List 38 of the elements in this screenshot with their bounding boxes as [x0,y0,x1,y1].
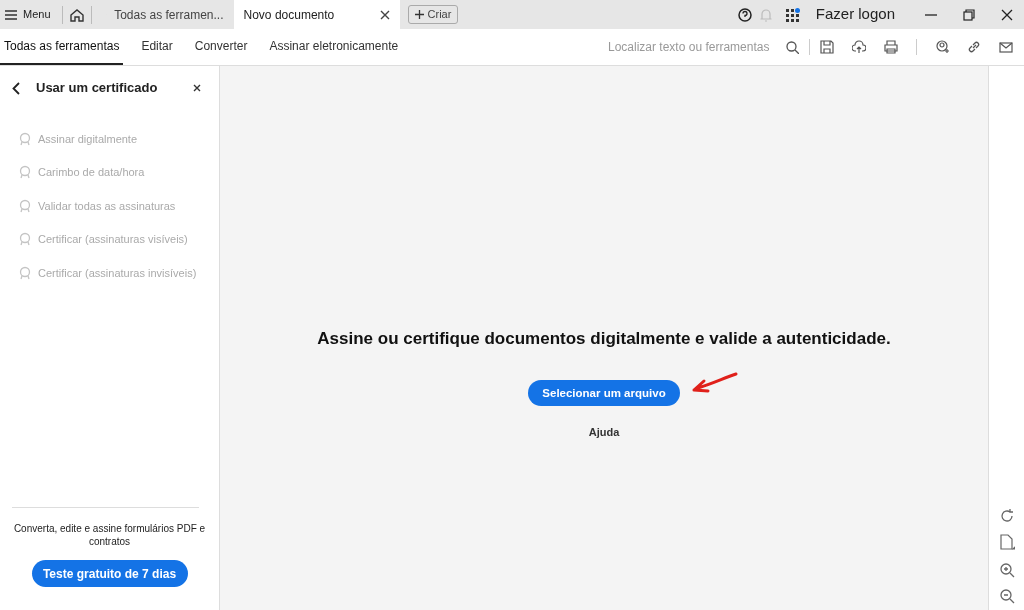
main-heading: Assine ou certifique documentos digitalmente e valide a autenticidade. [317,328,891,350]
close-icon[interactable] [1001,8,1013,21]
restore-icon[interactable] [963,8,975,21]
toolbar-tab[interactable]: Editar [137,29,177,65]
cloud-upload-icon[interactable] [852,40,866,54]
promo-text: Converta, edite e assine formulários PDF e contratos [12,522,207,548]
rotate-icon[interactable] [998,508,1015,524]
toolbar-tab[interactable]: Converter [190,29,252,65]
menu-icon [5,9,17,20]
page-icon[interactable] [998,534,1015,552]
zoom-in-icon[interactable] [998,562,1015,578]
help-icon[interactable] [737,7,752,22]
zoom-out-icon[interactable] [998,588,1015,604]
mail-icon[interactable] [999,40,1013,54]
plus-icon [414,10,424,19]
close-icon[interactable] [379,9,390,20]
create-button[interactable]: Criar [407,5,459,24]
link-icon[interactable] [967,40,981,54]
apps-grid-icon[interactable] [785,7,800,22]
trial-button[interactable]: Teste gratuito de 7 dias [31,560,188,587]
toolbar-tab[interactable]: Assinar eletronicamente [265,29,403,65]
document-tab[interactable]: Todas as ferramen... [95,0,234,29]
help-link[interactable]: Ajuda [588,424,620,441]
close-icon[interactable] [193,84,201,92]
menu-button[interactable]: Menu [0,0,56,29]
back-icon[interactable] [12,81,20,95]
search-field[interactable]: Localizar texto ou ferramentas [608,38,799,56]
save-icon[interactable] [820,40,834,54]
home-icon[interactable] [69,7,84,22]
print-icon[interactable] [884,40,898,54]
badge-icon [18,232,32,247]
sign-in-button[interactable]: Fazer logon [815,3,895,26]
document-tab[interactable]: Novo documento [233,0,400,29]
select-file-button[interactable]: Selecionar um arquivo [528,380,680,407]
ribbon-badge-icon [18,265,32,280]
search-icon[interactable] [786,40,799,54]
panel-title: Usar um certificado [36,79,159,98]
annotation-arrow-drawing [690,371,738,394]
